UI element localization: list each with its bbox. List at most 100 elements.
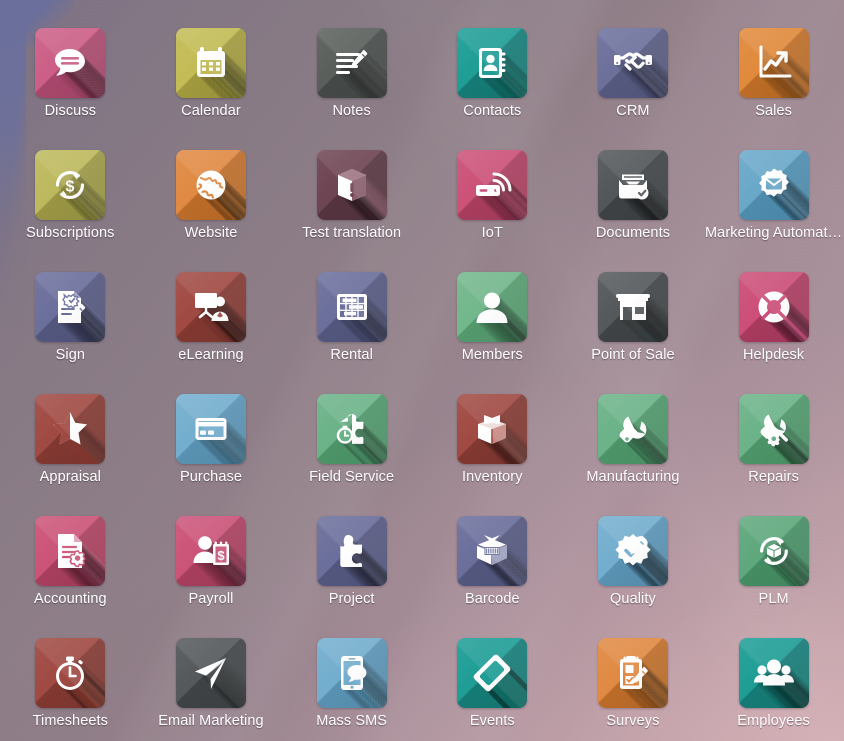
- app-tile-inventory[interactable]: Inventory: [422, 388, 563, 510]
- icon-glyph: [35, 638, 105, 708]
- app-tile-calendar[interactable]: Calendar: [141, 22, 282, 144]
- documents-check-icon[interactable]: [597, 150, 668, 220]
- app-label: Mass SMS: [316, 713, 388, 729]
- recurring-dollar-icon[interactable]: $$$$$$$$$$$$$$$$$$$$$$$$$$$: [35, 150, 106, 220]
- app-tile-elearning[interactable]: eLearning: [141, 266, 282, 388]
- app-tile-field-service[interactable]: Field Service: [281, 388, 422, 510]
- puzzle-timer-icon[interactable]: [316, 394, 387, 464]
- box-alert-icon[interactable]: [316, 150, 387, 220]
- app-label: Accounting: [33, 591, 107, 607]
- phone-chat-icon[interactable]: [316, 638, 387, 708]
- storefront-icon[interactable]: [597, 272, 668, 342]
- app-tile-employees[interactable]: Employees: [703, 632, 844, 741]
- star-half-icon[interactable]: [35, 394, 106, 464]
- app-tile-rental[interactable]: Rental: [281, 266, 422, 388]
- app-tile-quality[interactable]: Quality: [563, 510, 704, 632]
- app-tile-purchase[interactable]: Purchase: [141, 388, 282, 510]
- app-tile-sign[interactable]: Sign: [0, 266, 141, 388]
- clipboard-pencil-icon[interactable]: [597, 638, 668, 708]
- app-tile-events[interactable]: Events: [422, 632, 563, 741]
- app-label: PLM: [758, 591, 789, 607]
- icon-glyph: [317, 394, 387, 464]
- icon-glyph: [457, 394, 527, 464]
- icon-glyph: [176, 272, 246, 342]
- app-label: Barcode: [464, 591, 520, 607]
- app-tile-point-of-sale[interactable]: Point of Sale: [563, 266, 704, 388]
- app-tile-test-translation[interactable]: Test translation: [281, 144, 422, 266]
- app-label: Rental: [330, 347, 373, 363]
- app-tile-crm[interactable]: CRM: [563, 22, 704, 144]
- address-book-icon[interactable]: [457, 28, 528, 98]
- app-tile-payroll[interactable]: $$$$$$$$$$$$$$$$$$$$$$$$$$$ Payroll: [141, 510, 282, 632]
- app-label: CRM: [616, 103, 650, 119]
- puzzle-piece-icon[interactable]: [316, 516, 387, 586]
- app-tile-marketing-automat[interactable]: Marketing Automat…: [703, 144, 844, 266]
- app-tile-surveys[interactable]: Surveys: [563, 632, 704, 741]
- icon-glyph: [317, 516, 387, 586]
- app-label: Subscriptions: [26, 225, 115, 241]
- app-label: Members: [461, 347, 523, 363]
- barcode-box-icon[interactable]: [457, 516, 528, 586]
- app-tile-notes[interactable]: Notes: [281, 22, 422, 144]
- app-tile-documents[interactable]: Documents: [563, 144, 704, 266]
- icon-glyph: [739, 272, 809, 342]
- product-lifecycle-icon[interactable]: [738, 516, 809, 586]
- icon-glyph: [457, 28, 527, 98]
- person-payslip-icon[interactable]: $$$$$$$$$$$$$$$$$$$$$$$$$$$: [175, 516, 246, 586]
- growth-chart-icon[interactable]: [738, 28, 809, 98]
- signed-document-icon[interactable]: [35, 272, 106, 342]
- app-label: Contacts: [463, 103, 522, 119]
- app-tile-contacts[interactable]: Contacts: [422, 22, 563, 144]
- app-tile-iot[interactable]: IoT: [422, 144, 563, 266]
- app-tile-helpdesk[interactable]: Helpdesk: [703, 266, 844, 388]
- open-box-icon[interactable]: [457, 394, 528, 464]
- icon-glyph: [598, 150, 668, 220]
- app-tile-accounting[interactable]: Accounting: [0, 510, 141, 632]
- globe-icon[interactable]: [175, 150, 246, 220]
- app-tile-discuss[interactable]: Discuss: [0, 22, 141, 144]
- speech-bubble-icon[interactable]: [35, 28, 106, 98]
- app-tile-repairs[interactable]: Repairs: [703, 388, 844, 510]
- paper-plane-icon[interactable]: [175, 638, 246, 708]
- icon-glyph: [35, 272, 105, 342]
- gantt-grid-icon[interactable]: [316, 272, 387, 342]
- app-label: Appraisal: [39, 469, 101, 485]
- ticket-icon[interactable]: [457, 638, 528, 708]
- people-group-icon[interactable]: [738, 638, 809, 708]
- icon-glyph: [457, 638, 527, 708]
- lifebuoy-icon[interactable]: [738, 272, 809, 342]
- app-tile-appraisal[interactable]: Appraisal: [0, 388, 141, 510]
- app-tile-subscriptions[interactable]: $$$$$$$$$$$$$$$$$$$$$$$$$$$ Subscriptions: [0, 144, 141, 266]
- quality-badge-icon[interactable]: [597, 516, 668, 586]
- app-tile-barcode[interactable]: Barcode: [422, 510, 563, 632]
- app-label: Point of Sale: [591, 347, 675, 363]
- app-label: Website: [184, 225, 238, 241]
- stopwatch-icon[interactable]: [35, 638, 106, 708]
- app-tile-email-marketing[interactable]: Email Marketing: [141, 632, 282, 741]
- wifi-router-icon[interactable]: [457, 150, 528, 220]
- credit-card-icon[interactable]: [175, 394, 246, 464]
- app-tile-timesheets[interactable]: Timesheets: [0, 632, 141, 741]
- note-pencil-icon[interactable]: [316, 28, 387, 98]
- calendar-icon[interactable]: [175, 28, 246, 98]
- handshake-icon[interactable]: [597, 28, 668, 98]
- app-label: Purchase: [179, 469, 243, 485]
- presentation-icon[interactable]: [175, 272, 246, 342]
- app-tile-mass-sms[interactable]: Mass SMS: [281, 632, 422, 741]
- app-tile-members[interactable]: Members: [422, 266, 563, 388]
- app-tile-project[interactable]: Project: [281, 510, 422, 632]
- svg-text:$: $: [66, 179, 75, 196]
- wrench-icon[interactable]: [597, 394, 668, 464]
- app-label: Documents: [595, 225, 671, 241]
- icon-glyph: [317, 638, 387, 708]
- document-gear-icon[interactable]: [35, 516, 106, 586]
- app-label: Email Marketing: [158, 713, 264, 729]
- app-label: IoT: [481, 225, 503, 241]
- wrench-gear-icon[interactable]: [738, 394, 809, 464]
- app-tile-manufacturing[interactable]: Manufacturing: [563, 388, 704, 510]
- app-tile-website[interactable]: Website: [141, 144, 282, 266]
- app-tile-sales[interactable]: Sales: [703, 22, 844, 144]
- app-tile-plm[interactable]: PLM: [703, 510, 844, 632]
- gear-mail-icon[interactable]: [738, 150, 809, 220]
- person-icon[interactable]: [457, 272, 528, 342]
